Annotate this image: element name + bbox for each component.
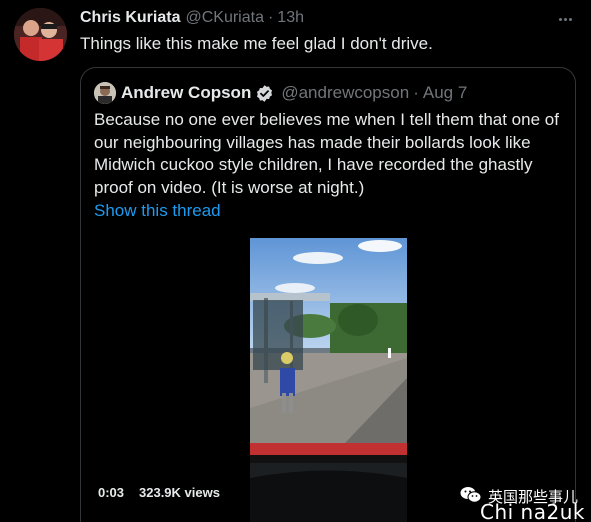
quoted-author-name[interactable]: Andrew Copson bbox=[121, 83, 251, 103]
quoted-author-handle[interactable]: @andrewcopson bbox=[281, 83, 409, 103]
verified-badge-icon bbox=[255, 84, 274, 103]
watermark: 英国那些事儿 Chi na2uk bbox=[460, 486, 590, 522]
quoted-text-line: proof on video. (It is worse at night.) bbox=[94, 177, 365, 197]
quoted-text-line: Because no one ever believes me when I t… bbox=[94, 110, 559, 129]
quoted-text-line: Midwich cuckoo style children, I have re… bbox=[94, 155, 533, 174]
show-thread-link[interactable]: Show this thread bbox=[94, 201, 221, 221]
more-options-icon[interactable] bbox=[556, 10, 574, 28]
separator: · bbox=[413, 83, 419, 102]
quoted-tweet[interactable]: Andrew Copson @andrewcopson · Aug 7 Beca… bbox=[80, 67, 576, 522]
video-player[interactable] bbox=[250, 238, 407, 522]
separator: · bbox=[267, 9, 274, 26]
tweet-time[interactable]: 13h bbox=[277, 9, 304, 27]
wechat-icon bbox=[460, 486, 482, 504]
quoted-tweet-text: Because no one ever believes me when I t… bbox=[94, 109, 572, 199]
video-elapsed-time: 0:03 bbox=[98, 485, 125, 500]
quoted-text-line: our neighbouring villages has made their… bbox=[94, 132, 531, 152]
author-name[interactable]: Chris Kuriata bbox=[80, 9, 180, 27]
quoted-author-avatar[interactable] bbox=[94, 82, 116, 104]
author-avatar[interactable] bbox=[14, 8, 67, 61]
video-view-count: 323.9K views bbox=[139, 485, 220, 500]
quoted-tweet-header: Andrew Copson @andrewcopson · Aug 7 bbox=[121, 83, 467, 103]
tweet-text: Things like this make me feel glad I don… bbox=[80, 34, 433, 53]
quoted-tweet-time[interactable]: Aug 7 bbox=[423, 83, 467, 103]
tweet[interactable]: Chris Kuriata @CKuriata · 13h Things lik… bbox=[0, 0, 591, 522]
tweet-header: Chris Kuriata @CKuriata · 13h bbox=[80, 9, 304, 27]
author-handle[interactable]: @CKuriata bbox=[185, 9, 264, 27]
watermark-en-text: Chi na2uk bbox=[480, 500, 585, 522]
